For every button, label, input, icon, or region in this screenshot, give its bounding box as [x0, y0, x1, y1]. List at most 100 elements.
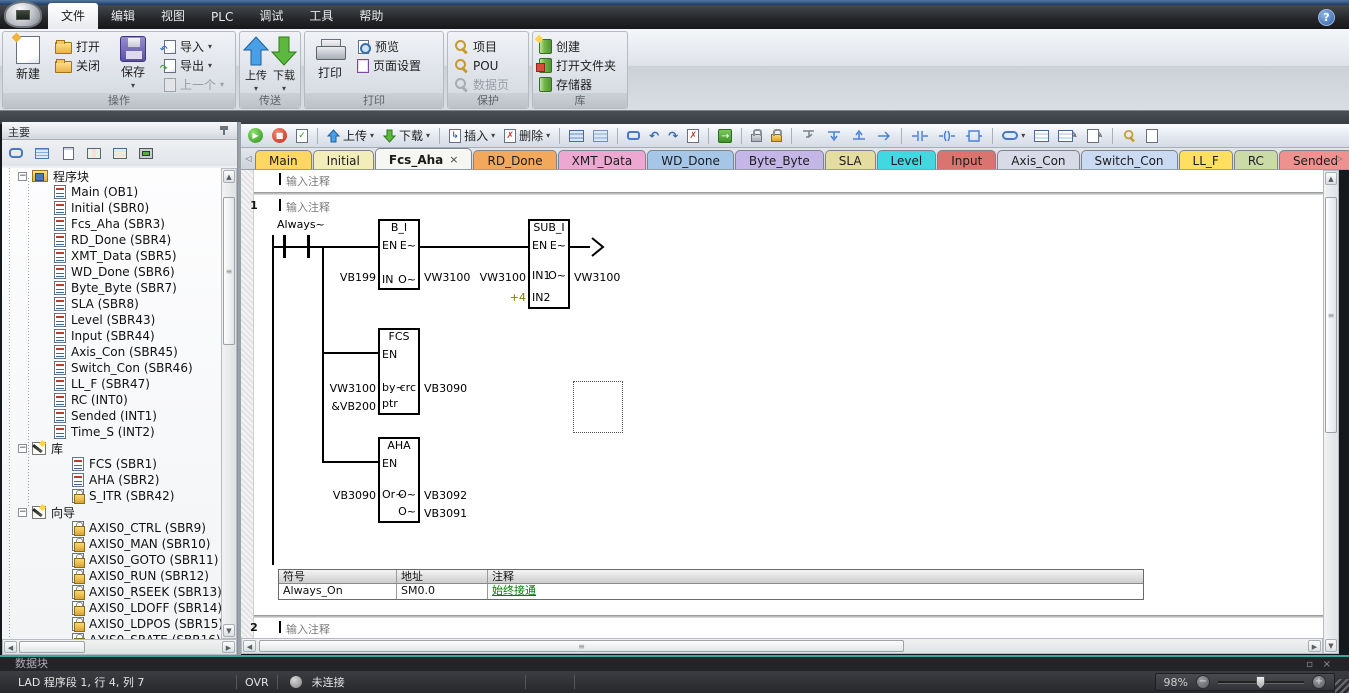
compile-button[interactable]: ✓ [293, 128, 311, 144]
tree-item-xmt-data[interactable]: XMT_Data (SBR5) [2, 248, 221, 264]
program-comment[interactable]: 输入注释 [286, 173, 330, 189]
operand[interactable]: VB3090 [333, 489, 376, 502]
collapse-icon[interactable]: − [18, 172, 27, 181]
symbol-table-button[interactable] [1031, 129, 1052, 143]
block-aha[interactable]: AHA EN Or~ O~ O~ [378, 437, 420, 523]
zoom-out-button[interactable]: − [1196, 675, 1210, 689]
panel-close-button[interactable]: × [1323, 658, 1331, 671]
insert-contact-button[interactable] [908, 127, 932, 144]
bookmark-next-button[interactable]: ↷ [665, 128, 681, 144]
tree-item-fcs-aha[interactable]: Fcs_Aha (SBR3) [2, 216, 221, 232]
bookmark-toggle-button[interactable] [624, 130, 643, 141]
tab-ll-f[interactable]: LL_F [1179, 150, 1233, 169]
communications-icon-button[interactable] [136, 144, 156, 162]
operand[interactable]: VB3090 [424, 382, 467, 395]
operand[interactable]: VW3100 [480, 271, 526, 284]
data-block-panel-header[interactable]: 数据块 ▫ × [0, 657, 1349, 671]
scroll-left-icon[interactable]: ◀ [243, 640, 256, 652]
tab-scroll-left-button[interactable]: ◁ [243, 151, 254, 166]
tree-item-wizard[interactable]: −向导 [2, 504, 221, 520]
scrollbar-thumb[interactable]: ≡ [259, 640, 904, 652]
wire-up-button[interactable] [848, 127, 870, 144]
print-button[interactable]: 打印 [307, 34, 353, 81]
scroll-right-icon[interactable]: ▶ [1308, 640, 1321, 652]
data-block-icon-button[interactable] [84, 144, 104, 162]
tree-item-axis0-srate[interactable]: AXIS0_SRATE (SBR16) [2, 632, 221, 639]
page-setup-button[interactable]: 页面设置 [353, 56, 425, 75]
contact-symbol-label[interactable]: Always~ [277, 218, 325, 231]
app-menu-button[interactable] [4, 1, 42, 28]
scroll-up-icon[interactable]: ▲ [1325, 172, 1337, 185]
delete-button[interactable]: ✗删除▾ [501, 126, 553, 145]
network-comment[interactable]: 输入注释 [286, 199, 330, 215]
lock-add-button[interactable] [768, 128, 785, 143]
tree-item-byte-byte[interactable]: Byte_Byte (SBR7) [2, 280, 221, 296]
address-tag-button[interactable]: ▾ [999, 130, 1028, 141]
scroll-right-icon[interactable]: ▶ [222, 641, 235, 653]
insert-branch-button[interactable] [798, 127, 820, 144]
scrollbar-thumb[interactable] [19, 641, 85, 653]
bookmark-prev-button[interactable]: ↶ [646, 128, 662, 144]
tree-item-sended[interactable]: Sended (INT1) [2, 408, 221, 424]
symbol-table-row[interactable]: Always_On SM0.0 始终接通 [279, 584, 1143, 599]
tab-level[interactable]: Level [877, 150, 937, 169]
operand-constant[interactable]: +4 [510, 291, 526, 304]
help-button[interactable]: ? [1318, 9, 1335, 26]
tree-item-switch-con[interactable]: Switch_Con (SBR46) [2, 360, 221, 376]
scrollbar-thumb[interactable]: ≡ [1325, 197, 1337, 433]
tab-rd-done[interactable]: RD_Done [473, 150, 556, 169]
block-sub-i[interactable]: SUB_I EN E~ IN1 O~ IN2 [528, 219, 570, 309]
tree-item-s-itr[interactable]: S_ITR (SBR42) [2, 488, 221, 504]
tab-axis-con[interactable]: Axis_Con [997, 150, 1079, 169]
library-memory-button[interactable]: 存储器 [535, 75, 620, 94]
insert-box-button[interactable] [962, 127, 986, 144]
tab-initial[interactable]: Initial [313, 150, 374, 169]
tab-main[interactable]: Main [255, 150, 312, 169]
download-toolbar-button[interactable]: 下载▾ [380, 126, 433, 145]
tree-item-ll-f[interactable]: LL_F (SBR47) [2, 376, 221, 392]
tree-item-rc[interactable]: RC (INT0) [2, 392, 221, 408]
scroll-down-icon[interactable]: ▼ [223, 624, 235, 637]
zoom-slider-thumb[interactable] [1256, 676, 1265, 689]
tree-item-program-block[interactable]: −程序块 [2, 168, 221, 184]
tree-item-axis0-ctrl[interactable]: AXIS0_CTRL (SBR9) [2, 520, 221, 536]
protect-pou-button[interactable]: POU [450, 56, 513, 75]
zoom-slider[interactable] [1218, 681, 1304, 684]
tab-byte-byte[interactable]: Byte_Byte [735, 150, 824, 169]
tab-sla[interactable]: SLA [825, 150, 876, 169]
tree-item-initial[interactable]: Initial (SBR0) [2, 200, 221, 216]
tree-item-main[interactable]: Main (OB1) [2, 184, 221, 200]
tab-switch-con[interactable]: Switch_Con [1081, 150, 1178, 169]
goto-button[interactable]: → [715, 128, 735, 144]
editor-vertical-scrollbar[interactable]: ▲ ≡ ▼ [1323, 170, 1339, 654]
tab-rc[interactable]: RC [1234, 150, 1278, 169]
edit-variables-button[interactable]: ✎ [1084, 128, 1106, 144]
menu-view[interactable]: 视图 [148, 3, 198, 29]
tab-input[interactable]: Input [937, 150, 996, 169]
tree-item-aha[interactable]: AHA (SBR2) [2, 472, 221, 488]
tree-item-axis0-ldoff[interactable]: AXIS0_LDOFF (SBR14) [2, 600, 221, 616]
menu-plc[interactable]: PLC [198, 6, 246, 29]
tree-item-rd-done[interactable]: RD_Done (SBR4) [2, 232, 221, 248]
operand[interactable]: VB3091 [424, 507, 467, 520]
cross-reference-icon-button[interactable] [110, 144, 130, 162]
tab-xmt-data[interactable]: XMT_Data [558, 150, 647, 169]
print-preview-button[interactable]: 预览 [353, 37, 425, 56]
scrollbar-thumb[interactable]: ≡ [223, 197, 235, 345]
scroll-left-icon[interactable]: ◀ [4, 641, 17, 653]
ladder-editor[interactable]: 输入注释 1 输入注释 Always~ B_I EN E~ IN O~ VB19… [241, 170, 1323, 638]
operand[interactable]: VW3100 [330, 382, 376, 395]
tree-item-axis0-ldpos[interactable]: AXIS0_LDPOS (SBR15) [2, 616, 221, 632]
toggle-addressing-button[interactable] [566, 129, 587, 143]
protect-project-button[interactable]: 项目 [450, 37, 513, 56]
tree-item-axis-con[interactable]: Axis_Con (SBR45) [2, 344, 221, 360]
save-button[interactable]: 保存 ▾ [110, 34, 156, 90]
tab-fcs-aha[interactable]: Fcs_Aha× [375, 148, 473, 169]
close-icon[interactable]: × [449, 155, 458, 165]
new-button[interactable]: 新建 [5, 34, 51, 82]
tree-item-axis0-goto[interactable]: AXIS0_GOTO (SBR11) [2, 552, 221, 568]
menu-help[interactable]: 帮助 [346, 3, 396, 29]
tree-item-level[interactable]: Level (SBR43) [2, 312, 221, 328]
tree-item-sla[interactable]: SLA (SBR8) [2, 296, 221, 312]
wire-down-button[interactable] [823, 127, 845, 144]
